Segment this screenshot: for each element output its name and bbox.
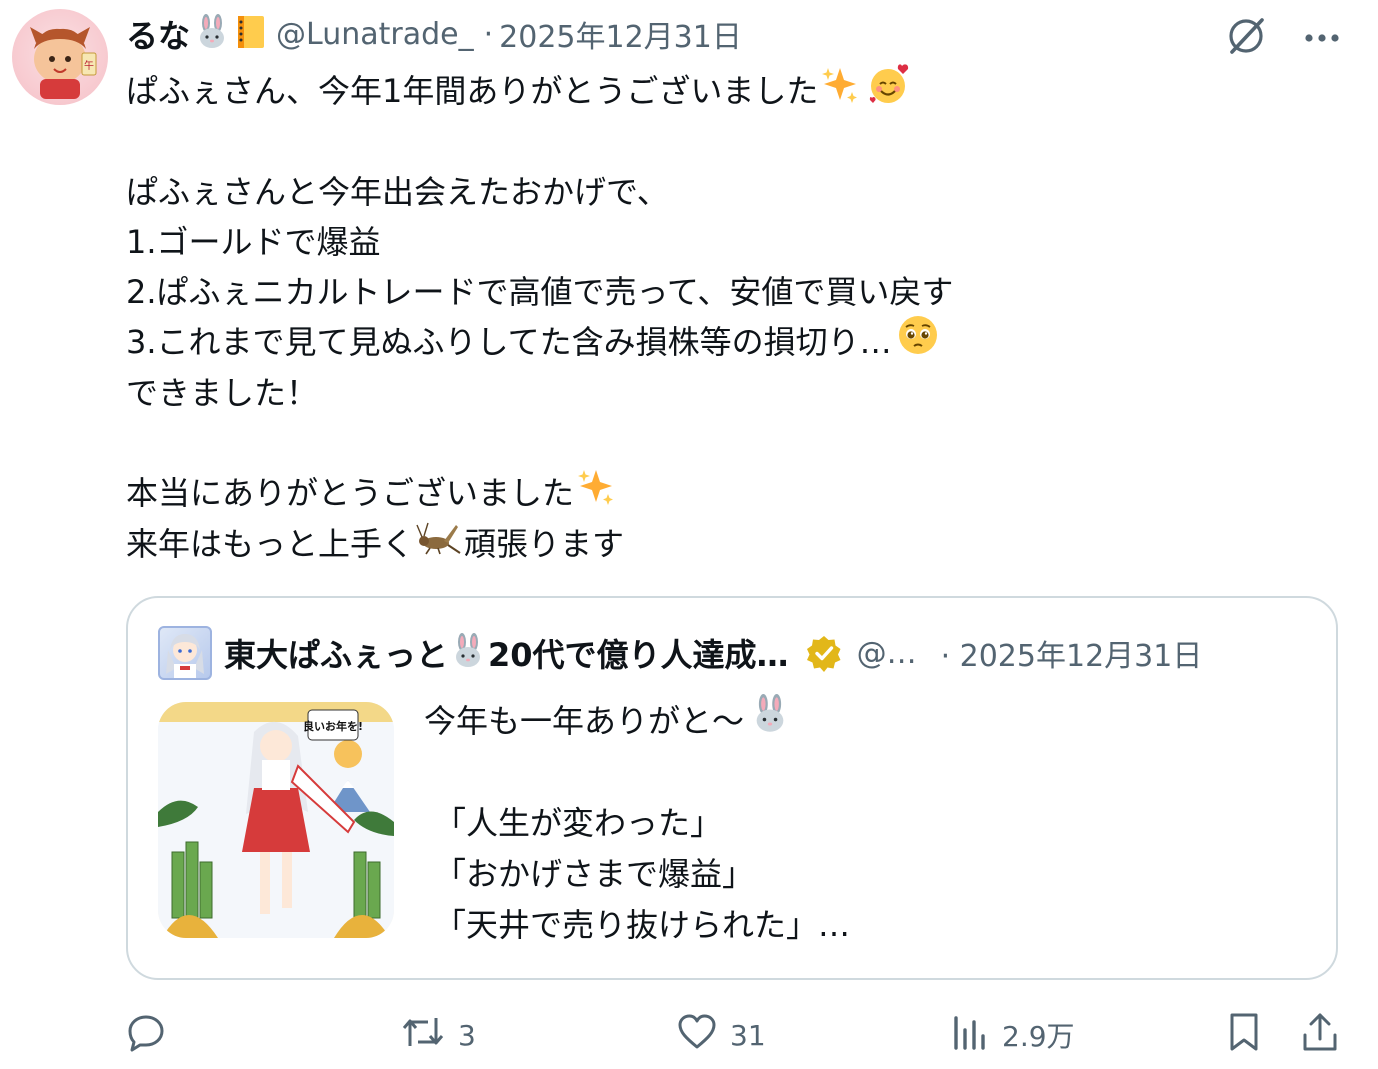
- verified-badge-icon: [805, 634, 843, 672]
- image-caption: 良いお年を!: [303, 719, 363, 733]
- quoted-author-handle[interactable]: @…: [857, 636, 917, 671]
- quoted-line: 今年も一年ありがと〜: [424, 694, 850, 749]
- tweet-header: るな @Lunatrade_ · 2025年12月31日: [126, 10, 742, 58]
- quoted-tweet-image[interactable]: 良いお年を!: [158, 702, 394, 938]
- tweet-line-text: ぱふぇさんと今年出会えたおかげで、: [126, 172, 669, 211]
- quoted-line: 「人生が変わった」: [424, 798, 850, 849]
- tweet-action-bar: 3 31 2.9万: [126, 1010, 1346, 1060]
- author-name[interactable]: るな: [126, 11, 190, 57]
- rabbit-face-emoji: [750, 694, 790, 749]
- tweet-line-text: 2.ぱふぇニカルトレードで高値で売って、安値で買い戻す: [126, 273, 954, 312]
- tweet-line-text: できました！: [126, 373, 319, 412]
- quoted-tweet-header: 東大ぱふぇっと 20代で億り人達成… @… · 2025年12月31日: [158, 624, 1202, 682]
- quoted-line-blank: [424, 747, 850, 798]
- pleading-face-emoji: [896, 313, 940, 371]
- rabbit-face-emoji: [194, 14, 230, 54]
- tweet-line: 3.これまで見て見ぬふりしてた含み損株等の損切り…: [126, 316, 1326, 367]
- quoted-tweet-card[interactable]: 東大ぱふぇっと 20代で億り人達成… @… · 2025年12月31日 良いお年…: [126, 596, 1338, 980]
- tweet-line-text: 3.これまで見て見ぬふりしてた含み損株等の損切り…: [126, 323, 892, 362]
- views-icon: [950, 1012, 990, 1059]
- tweet-line: できました！: [126, 368, 1326, 418]
- views-count: 2.9万: [1002, 1020, 1075, 1053]
- tweet-line: 本当にありがとうございました: [126, 468, 1326, 518]
- quoted-author-avatar: [158, 626, 212, 680]
- bookmark-icon: [1224, 1011, 1264, 1060]
- heart-icon: [676, 1012, 718, 1059]
- retweet-icon: [400, 1012, 446, 1059]
- tweet-line: 1.ゴールドで爆益: [126, 217, 1326, 267]
- sparkles-emoji: [576, 466, 616, 520]
- tweet-line-text: 本当にありがとうございました: [126, 474, 575, 513]
- quoted-tweet-body: 今年も一年ありがと〜 「人生が変わった」 「おかげさまで爆益」 「天井で売り抜け…: [424, 694, 850, 951]
- quoted-author-name[interactable]: 東大ぱふぇっと: [224, 630, 448, 676]
- tweet-line-text: 1.ゴールドで爆益: [126, 222, 381, 261]
- quoted-line: 「天井で売り抜けられた」…: [424, 900, 850, 951]
- quoted-tweet-date[interactable]: · 2025年12月31日: [941, 631, 1203, 675]
- tweet-line-text: ぱふぇさん、今年1年間ありがとうございました: [126, 72, 819, 110]
- quoted-author-name-rest[interactable]: 20代で億り人達成…: [488, 630, 789, 676]
- svg-text:午: 午: [84, 59, 94, 72]
- views-button[interactable]: 2.9万: [950, 1010, 1075, 1060]
- new-year-illustration: 良いお年を!: [158, 702, 394, 938]
- tweet-line: ぱふぇさん、今年1年間ありがとうございました: [126, 64, 1326, 118]
- author-handle[interactable]: @Lunatrade_: [276, 17, 474, 52]
- quoted-line-text: 「人生が変わった」: [434, 804, 723, 842]
- bookmark-button[interactable]: [1224, 1010, 1264, 1060]
- avatar-illustration: 午: [30, 27, 97, 99]
- cricket-emoji: [416, 519, 462, 569]
- retweet-button[interactable]: 3: [400, 1010, 476, 1060]
- header-separator: ·: [483, 16, 494, 52]
- quoted-line-text: 「天井で売り抜けられた」…: [434, 906, 851, 944]
- like-button[interactable]: 31: [676, 1010, 766, 1060]
- ledger-emoji: [234, 14, 268, 54]
- sparkles-emoji: [820, 64, 860, 118]
- reply-button[interactable]: [126, 1010, 178, 1060]
- reply-icon: [126, 1012, 166, 1059]
- rabbit-face-emoji: [450, 633, 486, 673]
- quoted-line: 「おかげさまで爆益」: [424, 849, 850, 900]
- share-button[interactable]: [1300, 1010, 1340, 1060]
- more-icon[interactable]: [1304, 29, 1340, 48]
- share-icon: [1300, 1011, 1340, 1060]
- grok-icon[interactable]: [1224, 14, 1268, 62]
- tweet-line: 2.ぱふぇニカルトレードで高値で売って、安値で買い戻す: [126, 267, 1326, 317]
- tweet-body: ぱふぇさん、今年1年間ありがとうございました ぱふぇさんと今年出会えたおかげで、…: [126, 64, 1326, 569]
- quoted-line-text: 「おかげさまで爆益」: [434, 855, 755, 893]
- like-count: 31: [730, 1018, 766, 1052]
- quoted-line-text: 今年も一年ありがと〜: [424, 702, 745, 740]
- tweet-line: 来年はもっと上手く 頑張ります: [126, 519, 1326, 569]
- smiling-face-with-hearts-emoji: [866, 62, 912, 120]
- tweet-top-actions: [1224, 14, 1340, 62]
- tweet-line: ぱふぇさんと今年出会えたおかげで、: [126, 167, 1326, 217]
- tweet-date[interactable]: 2025年12月31日: [499, 12, 742, 56]
- tweet-line-text: 来年はもっと上手く: [126, 524, 415, 563]
- tweet-line-text: 頑張ります: [464, 524, 625, 563]
- author-avatar[interactable]: 午: [12, 9, 108, 105]
- retweet-count: 3: [458, 1018, 476, 1052]
